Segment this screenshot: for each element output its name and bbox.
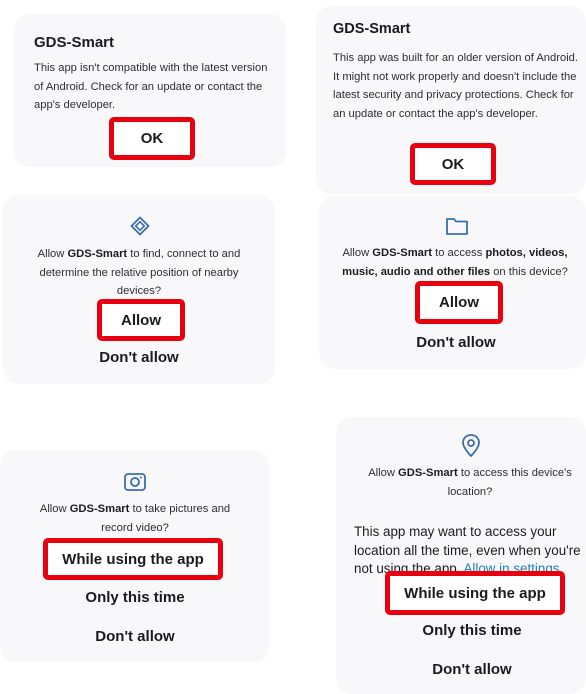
dialog-message: This app isn't compatible with the lates…: [34, 62, 268, 111]
camera-icon: [124, 473, 146, 491]
files-permission-dialog: Allow GDS-Smart to access photos, videos…: [319, 196, 586, 369]
permission-message: Allow GDS-Smart to find, connect to and …: [37, 248, 241, 297]
app-name: GDS-Smart: [69, 503, 130, 515]
while-using-app-button[interactable]: While using the app: [43, 538, 223, 580]
permission-message: Allow GDS-Smart to take pictures and rec…: [39, 503, 231, 534]
nearby-devices-permission-dialog: Allow GDS-Smart to find, connect to and …: [3, 195, 275, 384]
incompatible-app-dialog: GDS-Smart This app isn't compatible with…: [14, 14, 286, 167]
dont-allow-button[interactable]: Don't allow: [65, 628, 205, 645]
dont-allow-button[interactable]: Don't allow: [386, 334, 526, 351]
dialog-title: GDS-Smart: [34, 34, 115, 51]
app-name: GDS-Smart: [398, 467, 458, 479]
app-name: GDS-Smart: [67, 248, 128, 260]
ok-button[interactable]: OK: [410, 143, 496, 185]
dialog-title: GDS-Smart: [333, 21, 411, 37]
dont-allow-button[interactable]: Don't allow: [402, 661, 542, 678]
location-permission-dialog: Allow GDS-Smart to access this device's …: [336, 417, 586, 694]
dont-allow-button[interactable]: Don't allow: [69, 349, 209, 366]
nearby-devices-icon: [130, 216, 150, 236]
allow-button[interactable]: Allow: [415, 281, 503, 324]
ok-button[interactable]: OK: [109, 117, 195, 160]
location-pin-icon: [462, 434, 480, 457]
permission-message: Allow GDS-Smart to access this device's …: [368, 467, 572, 498]
only-this-time-button[interactable]: Only this time: [55, 589, 215, 606]
folder-icon: [446, 218, 468, 235]
allow-button[interactable]: Allow: [97, 299, 185, 341]
app-name: GDS-Smart: [372, 247, 432, 259]
older-version-dialog: GDS-Smart This app was built for an olde…: [316, 6, 586, 194]
only-this-time-button[interactable]: Only this time: [392, 622, 552, 639]
permission-message: Allow GDS-Smart to access photos, videos…: [342, 247, 568, 278]
camera-permission-dialog: Allow GDS-Smart to take pictures and rec…: [0, 450, 270, 662]
while-using-app-button[interactable]: While using the app: [385, 571, 565, 615]
dialog-message: This app was built for an older version …: [333, 52, 579, 120]
